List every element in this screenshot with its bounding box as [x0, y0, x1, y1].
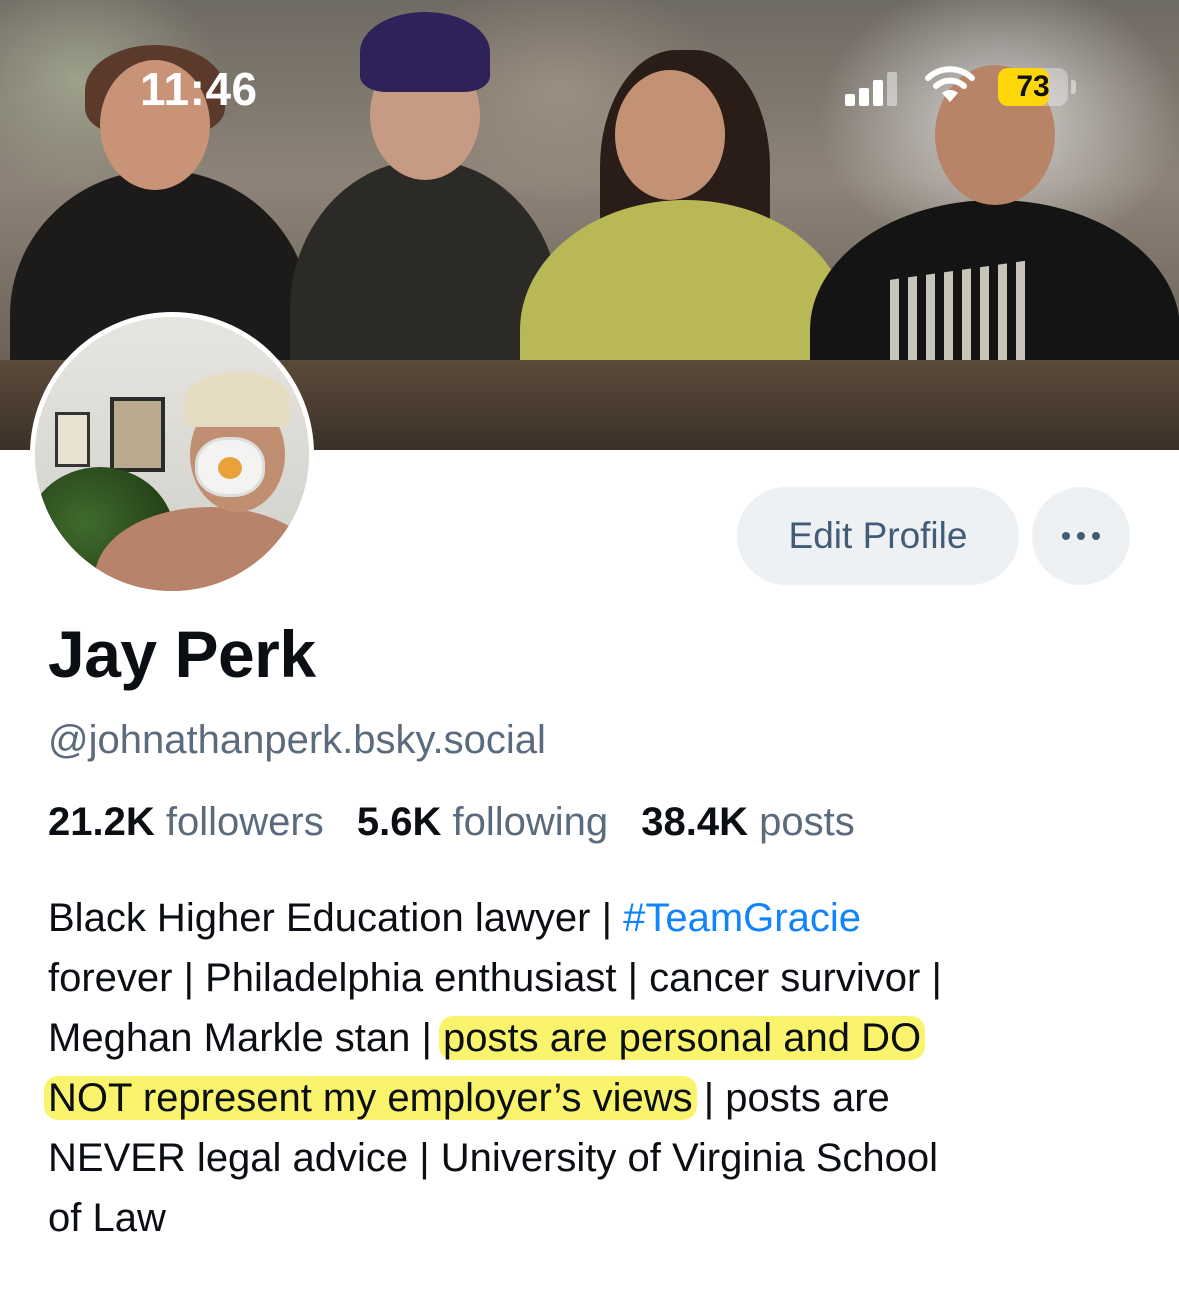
banner-person-2-hat	[360, 12, 490, 92]
posts-count-group: 38.4K posts	[641, 800, 854, 844]
battery-icon: 73	[998, 68, 1076, 106]
following-count: 5.6K	[356, 800, 442, 844]
bio-line: Meghan Markle stan | posts are personal …	[48, 1008, 1148, 1068]
bio-text: Meghan Markle stan |	[48, 1016, 444, 1060]
followers-link[interactable]: 21.2K followers	[48, 800, 324, 844]
bio-text: of Law	[48, 1196, 166, 1240]
avatar-cap	[185, 372, 290, 427]
followers-count: 21.2K	[48, 800, 155, 844]
hashtag-link[interactable]: #TeamGracie	[623, 896, 861, 940]
following-link[interactable]: 5.6K following	[357, 800, 608, 844]
bio-text: forever | Philadelphia enthusiast | canc…	[48, 956, 942, 1000]
posts-label: posts	[759, 800, 855, 844]
banner-person-3-head	[615, 70, 725, 200]
profile-stats: 21.2K followers 5.6K following 38.4K pos…	[48, 800, 855, 845]
bio-line: Black Higher Education lawyer | #TeamGra…	[48, 888, 1148, 948]
cellular-signal-icon	[845, 68, 901, 106]
bio-line: forever | Philadelphia enthusiast | canc…	[48, 948, 1148, 1008]
followers-label: followers	[165, 800, 324, 844]
bio-highlighted-text: posts are personal and DO	[439, 1016, 926, 1060]
profile-avatar[interactable]	[30, 312, 314, 596]
posts-count: 38.4K	[641, 800, 748, 844]
status-time: 11:46	[140, 63, 258, 115]
bio-text: | posts are	[692, 1076, 890, 1120]
battery-percent: 73	[1016, 70, 1050, 103]
avatar-wall-frame	[110, 397, 165, 472]
bio-text: Black Higher Education lawyer |	[48, 896, 624, 940]
ellipsis-icon	[1092, 532, 1100, 540]
display-name: Jay Perk	[48, 617, 316, 691]
avatar-mask-valve	[218, 457, 242, 479]
ellipsis-icon	[1062, 532, 1070, 540]
more-options-button[interactable]	[1032, 487, 1130, 585]
bio-highlighted-text: NOT represent my employer’s views	[44, 1076, 697, 1120]
bio-line: NOT represent my employer’s views | post…	[44, 1068, 1148, 1128]
profile-handle: @johnathanperk.bsky.social	[48, 718, 546, 762]
bio-line: NEVER legal advice | University of Virgi…	[48, 1128, 1148, 1188]
edit-profile-button[interactable]: Edit Profile	[737, 487, 1019, 585]
profile-bio: Black Higher Education lawyer | #TeamGra…	[44, 888, 1148, 1248]
bio-line: of Law	[48, 1188, 1148, 1248]
following-label: following	[452, 800, 609, 844]
ellipsis-icon	[1077, 532, 1085, 540]
wifi-icon	[925, 64, 975, 104]
avatar-wall-frame	[55, 412, 90, 467]
bio-text: NEVER legal advice | University of Virgi…	[48, 1136, 939, 1180]
